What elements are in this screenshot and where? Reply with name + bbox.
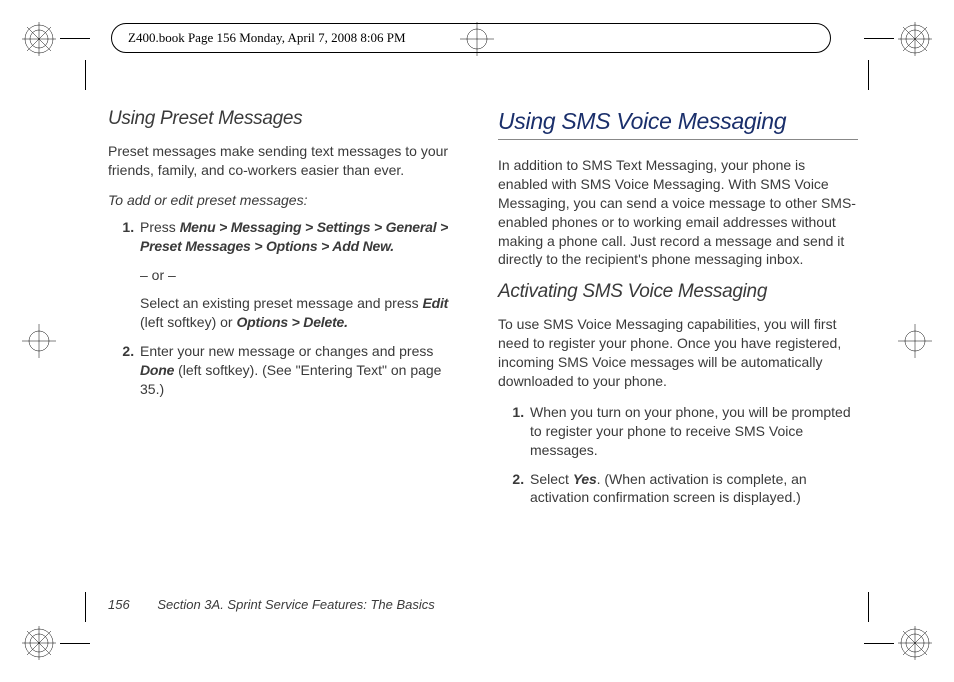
label-done: Done <box>140 362 174 378</box>
heading-underline <box>498 139 858 140</box>
crop-line <box>868 592 869 622</box>
steps-activate: When you turn on your phone, you will be… <box>498 403 858 507</box>
instructions-label: To add or edit preset messages: <box>108 192 468 208</box>
crop-mark-bottom-left <box>22 626 56 660</box>
label-options-delete: Options > Delete. <box>236 314 347 330</box>
crop-line <box>864 38 894 39</box>
column-left: Using Preset Messages Preset messages ma… <box>108 108 468 517</box>
step-1-alt-a: Select an existing preset message and pr… <box>140 295 423 311</box>
intro-preset-messages: Preset messages make sending text messag… <box>108 142 468 180</box>
step-1-activate: When you turn on your phone, you will be… <box>528 403 858 460</box>
crop-line <box>60 643 90 644</box>
crop-line <box>85 592 86 622</box>
heading-sms-voice: Using SMS Voice Messaging <box>498 108 858 135</box>
reg-mark-left <box>22 324 56 358</box>
menu-path: Menu > Messaging > Settings > General > … <box>140 219 448 254</box>
page-content: Using Preset Messages Preset messages ma… <box>108 108 860 517</box>
column-right: Using SMS Voice Messaging In addition to… <box>498 108 858 517</box>
step-1-or: – or – <box>140 266 468 285</box>
label-edit: Edit <box>423 295 449 311</box>
step-2: Enter your new message or changes and pr… <box>138 342 468 399</box>
heading-preset-messages: Using Preset Messages <box>108 108 468 130</box>
heading-activating-sms-voice: Activating SMS Voice Messaging <box>498 281 858 303</box>
page-footer: 156 Section 3A. Sprint Service Features:… <box>108 597 435 612</box>
step-2-activate-a: Select <box>530 471 573 487</box>
page-number: 156 <box>108 597 130 612</box>
step-1: Press Menu > Messaging > Settings > Gene… <box>138 218 468 332</box>
document-header-text: Z400.book Page 156 Monday, April 7, 2008… <box>128 30 406 46</box>
step-1-alt-b: (left softkey) or <box>140 314 236 330</box>
step-1-alt: Select an existing preset message and pr… <box>140 294 468 332</box>
step-1-text: Press <box>140 219 180 235</box>
reg-mark-right <box>898 324 932 358</box>
steps-preset-messages: Press Menu > Messaging > Settings > Gene… <box>108 218 468 399</box>
crop-line <box>868 60 869 90</box>
section-name: Section 3A. Sprint Service Features: The… <box>157 597 434 612</box>
crop-line <box>60 38 90 39</box>
intro-sms-voice: In addition to SMS Text Messaging, your … <box>498 156 858 269</box>
document-header: Z400.book Page 156 Monday, April 7, 2008… <box>111 23 831 53</box>
crop-mark-top-right <box>898 22 932 56</box>
step-2-b: (left softkey). (See "Entering Text" on … <box>140 362 441 397</box>
label-yes: Yes <box>573 471 597 487</box>
para-register: To use SMS Voice Messaging capabilities,… <box>498 315 858 391</box>
crop-line <box>864 643 894 644</box>
crop-mark-bottom-right <box>898 626 932 660</box>
crop-mark-top-left <box>22 22 56 56</box>
step-2-activate: Select Yes. (When activation is complete… <box>528 470 858 508</box>
step-2-a: Enter your new message or changes and pr… <box>140 343 433 359</box>
crop-line <box>85 60 86 90</box>
